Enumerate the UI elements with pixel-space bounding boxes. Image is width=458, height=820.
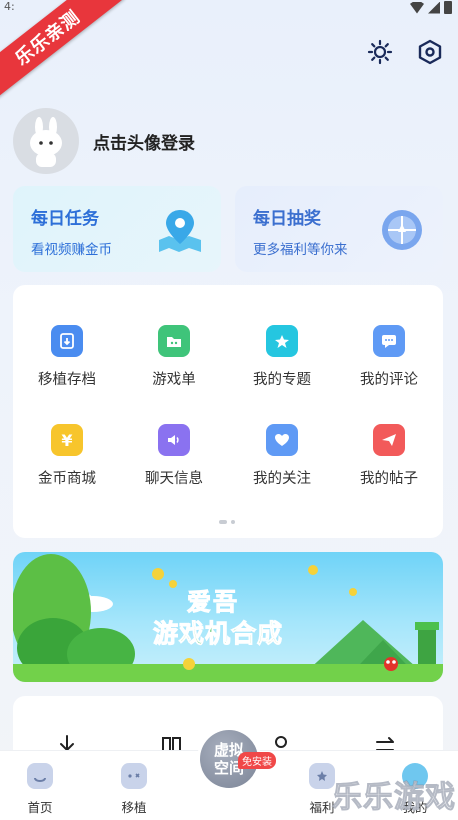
feature-grid: 移植存档 游戏单 我的专题 我的评论 ¥ 金币商城 聊天信息 我的关注 我的帖子 bbox=[13, 285, 443, 538]
grid-item-my-follows[interactable]: 我的关注 bbox=[228, 424, 336, 488]
grid-label: 我的专题 bbox=[253, 372, 311, 388]
promo-banner[interactable]: 爱吾 游戏机合成 bbox=[13, 552, 443, 682]
wifi-icon bbox=[410, 1, 424, 14]
login-prompt[interactable]: 点击头像登录 bbox=[93, 129, 195, 154]
download-box-icon bbox=[51, 325, 83, 357]
top-actions bbox=[366, 38, 444, 66]
star-badge-icon bbox=[266, 325, 298, 357]
watermark: 乐乐游戏 bbox=[332, 780, 456, 816]
grid-item-my-topics[interactable]: 我的专题 bbox=[228, 325, 336, 389]
grid-item-chat-messages[interactable]: 聊天信息 bbox=[120, 424, 228, 488]
tab-label: 首页 bbox=[27, 800, 53, 815]
grid-label: 我的关注 bbox=[253, 471, 311, 487]
lottery-wheel-icon bbox=[382, 210, 422, 250]
page-dot-active bbox=[219, 520, 227, 524]
grid-label: 移植存档 bbox=[38, 372, 96, 388]
tab-port[interactable]: 移植 bbox=[104, 763, 164, 816]
map-pin-icon bbox=[159, 210, 201, 252]
status-time: 4: bbox=[4, 0, 15, 13]
daily-task-card[interactable]: 每日任务 看视频赚金币 bbox=[13, 186, 221, 272]
comment-icon bbox=[373, 325, 405, 357]
signal-icon bbox=[428, 1, 440, 14]
grid-label: 聊天信息 bbox=[145, 471, 203, 487]
page-indicator bbox=[219, 520, 235, 524]
grid-label: 游戏单 bbox=[152, 372, 196, 388]
page-dot bbox=[231, 520, 235, 524]
gamepad-icon bbox=[121, 763, 147, 789]
heart-icon bbox=[266, 424, 298, 456]
battery-icon bbox=[444, 1, 452, 14]
folder-game-icon bbox=[158, 325, 190, 357]
avatar[interactable] bbox=[13, 108, 79, 174]
grid-item-coin-mall[interactable]: ¥ 金币商城 bbox=[13, 424, 121, 488]
grid-label: 我的帖子 bbox=[360, 471, 418, 487]
home-icon bbox=[27, 763, 53, 789]
grid-item-my-posts[interactable]: 我的帖子 bbox=[335, 424, 443, 488]
grid-item-port-save[interactable]: 移植存档 bbox=[13, 325, 121, 389]
default-avatar-icon bbox=[30, 117, 62, 167]
yen-coin-icon: ¥ bbox=[51, 424, 83, 456]
grid-item-my-comments[interactable]: 我的评论 bbox=[335, 325, 443, 389]
send-icon bbox=[373, 424, 405, 456]
grid-label: 我的评论 bbox=[360, 372, 418, 388]
settings-icon[interactable] bbox=[416, 38, 444, 66]
daily-lottery-card[interactable]: 每日抽奖 更多福利等你来 bbox=[235, 186, 443, 272]
tab-home[interactable]: 首页 bbox=[10, 763, 70, 816]
grid-label: 金币商城 bbox=[38, 471, 96, 487]
banner-title-line2: 游戏机合成 bbox=[152, 619, 284, 649]
free-install-badge: 免安装 bbox=[238, 752, 276, 769]
profile-header[interactable]: 点击头像登录 bbox=[13, 108, 195, 174]
banner-title-line1: 爱吾 bbox=[187, 588, 239, 617]
brightness-icon[interactable] bbox=[366, 38, 394, 66]
tab-label: 移植 bbox=[121, 800, 147, 815]
speaker-icon bbox=[158, 424, 190, 456]
grid-item-game-list[interactable]: 游戏单 bbox=[120, 325, 228, 389]
status-icons bbox=[410, 1, 452, 14]
